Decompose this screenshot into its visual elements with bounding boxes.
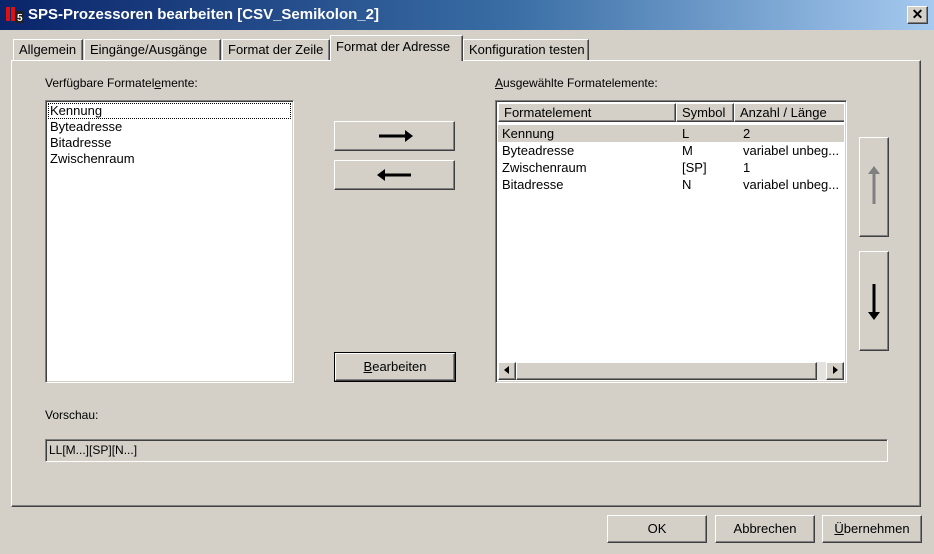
cell-element: Bitadresse (502, 177, 564, 192)
tab-eingaenge-ausgaenge[interactable]: Eingänge/Ausgänge (84, 39, 221, 60)
table-row[interactable]: Byteadresse M variabel unbeg... (498, 142, 844, 159)
close-button[interactable]: ✕ (907, 6, 928, 24)
app-logo-icon: 5 (6, 7, 24, 24)
arrow-up-icon (868, 166, 880, 204)
scrollbar-thumb[interactable] (516, 362, 817, 380)
cell-symbol: N (682, 177, 692, 192)
selected-elements-table[interactable]: Formatelement Symbol Anzahl / Länge Kenn… (495, 100, 847, 383)
cell-length: variabel unbeg... (743, 143, 840, 158)
tab-konfiguration-testen[interactable]: Konfiguration testen (463, 39, 589, 60)
arrow-left-icon (376, 169, 411, 181)
svg-text:5: 5 (17, 13, 23, 24)
preview-label: Vorschau: (45, 408, 99, 422)
list-item[interactable]: Zwischenraum (48, 151, 291, 167)
cell-length: variabel unbeg... (743, 177, 840, 192)
tab-allgemein[interactable]: Allgemein (13, 39, 83, 60)
close-icon: ✕ (911, 6, 924, 22)
cell-element: Kennung (502, 126, 555, 141)
tab-format-der-adresse[interactable]: Format der Adresse (330, 35, 463, 61)
arrow-down-icon (868, 284, 880, 320)
chevron-left-icon (504, 366, 509, 374)
scroll-left-button[interactable] (498, 362, 516, 380)
ok-button[interactable]: OK (607, 515, 707, 543)
apply-button[interactable]: Übernehmen (822, 515, 922, 543)
column-header-formatelement[interactable]: Formatelement (498, 103, 676, 122)
horizontal-scrollbar[interactable] (498, 362, 844, 380)
table-viewport: Formatelement Symbol Anzahl / Länge Kenn… (498, 103, 844, 362)
tab-format-der-zeile[interactable]: Format der Zeile (222, 39, 330, 60)
move-up-button[interactable] (859, 137, 889, 237)
list-item[interactable]: Kennung (48, 103, 291, 119)
chevron-right-icon (833, 366, 838, 374)
column-header-anzahl-laenge[interactable]: Anzahl / Länge (734, 103, 844, 122)
move-down-button[interactable] (859, 251, 889, 351)
preview-field: LL[M...][SP][N...] (45, 439, 888, 462)
scroll-right-button[interactable] (826, 362, 844, 380)
title-bar[interactable]: 5 SPS-Prozessoren bearbeiten [CSV_Semiko… (0, 0, 934, 30)
cell-symbol: L (682, 126, 690, 141)
table-row[interactable]: Zwischenraum [SP] 1 (498, 159, 844, 176)
cell-element: Zwischenraum (502, 160, 587, 175)
cell-length: 1 (743, 160, 751, 175)
available-elements-list[interactable]: Kennung Byteadresse Bitadresse Zwischenr… (45, 100, 294, 383)
table-row[interactable]: Kennung L 2 (498, 125, 844, 142)
selected-elements-label: Ausgewählte Formatelemente: (495, 76, 658, 90)
edit-button[interactable]: Bearbeiten (334, 352, 456, 382)
cell-symbol: [SP] (682, 160, 707, 175)
cell-element: Byteadresse (502, 143, 575, 158)
column-header-symbol[interactable]: Symbol (676, 103, 734, 122)
list-item[interactable]: Bitadresse (48, 135, 291, 151)
cell-length: 2 (743, 126, 751, 141)
add-element-button[interactable] (334, 121, 455, 151)
arrow-right-icon (378, 130, 413, 142)
cell-symbol: M (682, 143, 693, 158)
cancel-button[interactable]: Abbrechen (715, 515, 815, 543)
remove-element-button[interactable] (334, 160, 455, 190)
table-row[interactable]: Bitadresse N variabel unbeg... (498, 176, 844, 193)
available-elements-label: Verfügbare Formatelemente: (45, 76, 198, 90)
list-item[interactable]: Byteadresse (48, 119, 291, 135)
window-title: SPS-Prozessoren bearbeiten [CSV_Semikolo… (28, 6, 379, 23)
